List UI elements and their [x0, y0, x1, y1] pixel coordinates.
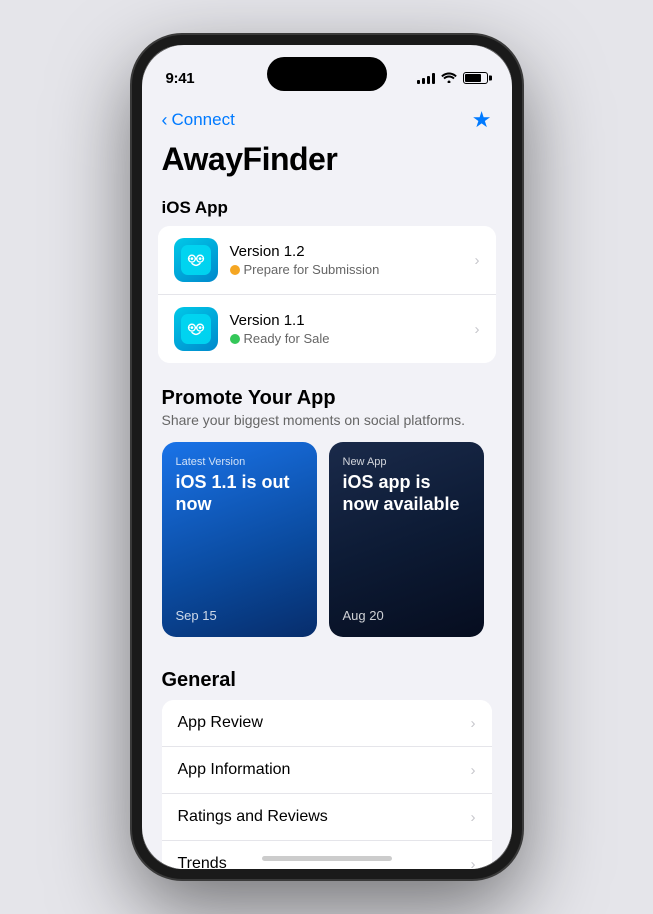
general-item-trends-label: Trends: [178, 855, 227, 869]
promo-cards[interactable]: Latest Version iOS 1.1 is out now Sep 15…: [162, 442, 492, 641]
nav-bar: ‹ Connect ★: [142, 99, 512, 137]
version-item-1[interactable]: Version 1.2 Prepare for Submission ›: [158, 226, 496, 295]
versions-list: Version 1.2 Prepare for Submission ›: [158, 226, 496, 363]
version-info-1: Version 1.2 Prepare for Submission: [230, 243, 475, 277]
general-section: General App Review › App Information › R…: [142, 649, 512, 869]
signal-bar-1: [417, 80, 420, 84]
chevron-right-icon-1: ›: [475, 252, 480, 269]
star-button[interactable]: ★: [472, 107, 492, 133]
battery-icon: [463, 72, 488, 84]
app-title: AwayFinder: [142, 137, 512, 190]
chevron-right-ratings: ›: [471, 809, 476, 826]
chevron-right-trends: ›: [471, 856, 476, 870]
general-item-ratings[interactable]: Ratings and Reviews ›: [162, 794, 492, 841]
promo-card-2-top: New App iOS app is now available: [343, 456, 470, 515]
general-item-ratings-label: Ratings and Reviews: [178, 808, 328, 826]
promo-card-2-date: Aug 20: [343, 608, 470, 623]
version-status-1: Prepare for Submission: [230, 262, 475, 277]
general-item-app-review[interactable]: App Review ›: [162, 700, 492, 747]
promo-card-1[interactable]: Latest Version iOS 1.1 is out now Sep 15: [162, 442, 317, 637]
signal-bar-3: [427, 76, 430, 84]
promo-card-2-title: iOS app is now available: [343, 472, 470, 515]
promo-card-1-title: iOS 1.1 is out now: [176, 472, 303, 515]
promo-card-2[interactable]: New App iOS app is now available Aug 20: [329, 442, 484, 637]
general-list: App Review › App Information › Ratings a…: [162, 700, 492, 869]
chevron-right-app-review: ›: [471, 715, 476, 732]
general-item-app-review-label: App Review: [178, 714, 263, 732]
promote-section: Promote Your App Share your biggest mome…: [142, 367, 512, 649]
phone-frame: 9:41: [132, 35, 522, 879]
version-info-2: Version 1.1 Ready for Sale: [230, 312, 475, 346]
chevron-right-icon-2: ›: [475, 321, 480, 338]
version-status-label-2: Ready for Sale: [244, 331, 330, 346]
dynamic-island: [267, 57, 387, 91]
general-item-app-info[interactable]: App Information ›: [162, 747, 492, 794]
status-time: 9:41: [166, 70, 195, 87]
wifi-icon: [441, 71, 457, 86]
promote-title: Promote Your App: [162, 387, 492, 410]
signal-bar-4: [432, 73, 435, 84]
status-dot-green: [230, 334, 240, 344]
general-item-app-info-label: App Information: [178, 761, 291, 779]
promo-card-2-label: New App: [343, 456, 470, 468]
general-item-trends[interactable]: Trends ›: [162, 841, 492, 869]
star-icon: ★: [472, 107, 492, 132]
screen: 9:41: [142, 45, 512, 869]
version-name-1: Version 1.2: [230, 243, 475, 260]
promo-card-1-label: Latest Version: [176, 456, 303, 468]
version-status-label-1: Prepare for Submission: [244, 262, 380, 277]
promo-card-1-date: Sep 15: [176, 608, 303, 623]
ios-section-header: iOS App: [142, 190, 512, 222]
back-label: Connect: [172, 110, 235, 130]
version-item-2[interactable]: Version 1.1 Ready for Sale ›: [158, 295, 496, 363]
promo-card-1-top: Latest Version iOS 1.1 is out now: [176, 456, 303, 515]
signal-bar-2: [422, 78, 425, 84]
status-icons: [417, 71, 488, 86]
promote-subtitle: Share your biggest moments on social pla…: [162, 412, 492, 428]
version-name-2: Version 1.1: [230, 312, 475, 329]
version-status-2: Ready for Sale: [230, 331, 475, 346]
app-icon-v11: [174, 307, 218, 351]
chevron-left-icon: ‹: [162, 111, 168, 129]
chevron-right-app-info: ›: [471, 762, 476, 779]
signal-bars-icon: [417, 72, 435, 84]
back-button[interactable]: ‹ Connect: [162, 110, 235, 130]
app-icon-v12: [174, 238, 218, 282]
status-dot-yellow: [230, 265, 240, 275]
home-indicator: [262, 856, 392, 861]
battery-fill: [465, 74, 482, 82]
scroll-content[interactable]: ‹ Connect ★ AwayFinder iOS App: [142, 99, 512, 869]
general-title: General: [162, 669, 492, 692]
